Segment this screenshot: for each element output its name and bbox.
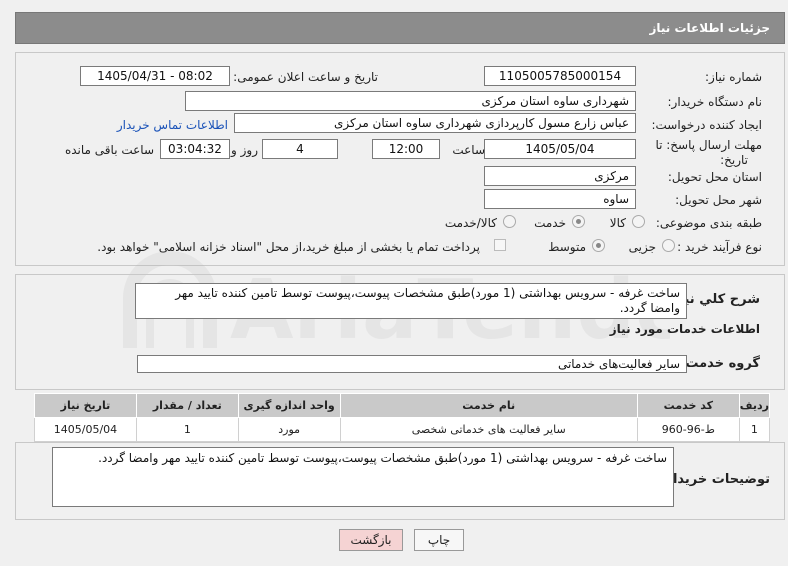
category-label: طبقه بندی موضوعی: <box>655 216 762 230</box>
col-header-name: نام خدمت <box>339 393 638 418</box>
col-header-date: تاریخ نیاز <box>34 393 137 418</box>
process-radio-medium[interactable] <box>592 239 605 252</box>
category-option-goods: کالا <box>609 216 626 230</box>
cell-name: سایر فعالیت های خدماتی شخصی <box>339 417 638 442</box>
cell-qty: 1 <box>135 417 239 442</box>
city-label: شهر محل تحویل: <box>675 193 762 207</box>
col-header-row: ردیف <box>738 393 771 418</box>
services-section-title: اطلاعات خدمات مورد نیاز <box>609 322 760 336</box>
col-header-code: کد خدمت <box>636 393 740 418</box>
city-field: ساوه <box>484 189 636 209</box>
category-radio-goods[interactable] <box>632 215 645 228</box>
category-option-service: خدمت <box>534 216 566 230</box>
need-number-label: شماره نیاز: <box>705 70 762 84</box>
treasury-payment-note: پرداخت تمام یا بخشی از مبلغ خرید،از محل … <box>97 240 480 254</box>
col-header-qty: تعداد / مقدار <box>135 393 239 418</box>
category-radio-goods-service[interactable] <box>503 215 516 228</box>
deadline-label: مهلت ارسال پاسخ: تا <box>655 138 762 152</box>
days-label: روز و <box>231 143 258 157</box>
page-title: جزئیات اطلاعات نیاز <box>649 21 770 35</box>
remaining-label: ساعت باقی مانده <box>64 143 154 157</box>
process-label: نوع فرآیند خرید : <box>677 240 762 254</box>
print-button[interactable]: چاپ <box>414 529 464 551</box>
col-header-unit: واحد اندازه گیری <box>237 393 341 418</box>
days-field: 4 <box>262 139 338 159</box>
buyer-org-label: نام دستگاه خریدار: <box>667 95 763 109</box>
table-row: 1 ط-96-960 سایر فعالیت های خدماتی شخصی م… <box>34 417 771 442</box>
process-option-medium: متوسط <box>548 240 586 254</box>
deadline-date-field: 1405/05/04 <box>484 139 636 159</box>
province-label: استان محل تحویل: <box>667 170 762 184</box>
time-label: ساعت <box>452 143 485 157</box>
remaining-time-field: 03:04:32 <box>160 139 230 159</box>
buyer-org-field: شهرداری ساوه استان مرکزی <box>185 91 636 111</box>
announce-field: 1405/04/31 - 08:02 <box>80 66 230 86</box>
treasury-payment-checkbox[interactable] <box>494 239 506 251</box>
announce-label: تاریخ و ساعت اعلان عمومی: <box>233 70 378 84</box>
cell-row: 1 <box>738 417 771 442</box>
category-radio-service[interactable] <box>572 215 585 228</box>
general-desc-field: ساخت غرفه - سرویس بهداشتی (1 مورد)طبق مش… <box>135 283 687 319</box>
category-option-goods-service: کالا/خدمت <box>444 216 497 230</box>
process-radio-minor[interactable] <box>662 239 675 252</box>
service-group-label: گروه خدمت: <box>680 356 760 371</box>
buyer-notes-label: توضیحات خریدار: <box>660 472 770 487</box>
province-field: مرکزی <box>484 166 636 186</box>
creator-label: ایجاد کننده درخواست: <box>651 118 762 132</box>
process-option-minor: جزیی <box>628 240 656 254</box>
buyer-notes-field: ساخت غرفه - سرویس بهداشتی (1 مورد)طبق مش… <box>52 447 674 507</box>
cell-date: 1405/05/04 <box>34 417 137 442</box>
contact-buyer-link[interactable]: اطلاعات تماس خریدار <box>117 118 228 132</box>
creator-field: عباس زارع مسول کارپردازی شهرداری ساوه اس… <box>234 113 636 133</box>
service-group-field: سایر فعالیت‌های خدماتی <box>137 355 687 373</box>
need-number-field: 1105005785000154 <box>484 66 636 86</box>
cell-code: ط-96-960 <box>636 417 740 442</box>
deadline-time-field: 12:00 <box>372 139 440 159</box>
cell-unit: مورد <box>237 417 341 442</box>
deadline-label-date: تاریخ: <box>720 153 748 167</box>
back-button[interactable]: بازگشت <box>339 529 403 551</box>
page-header: جزئیات اطلاعات نیاز <box>15 12 785 44</box>
services-table: ردیف کد خدمت نام خدمت واحد اندازه گیری ت… <box>34 393 771 442</box>
